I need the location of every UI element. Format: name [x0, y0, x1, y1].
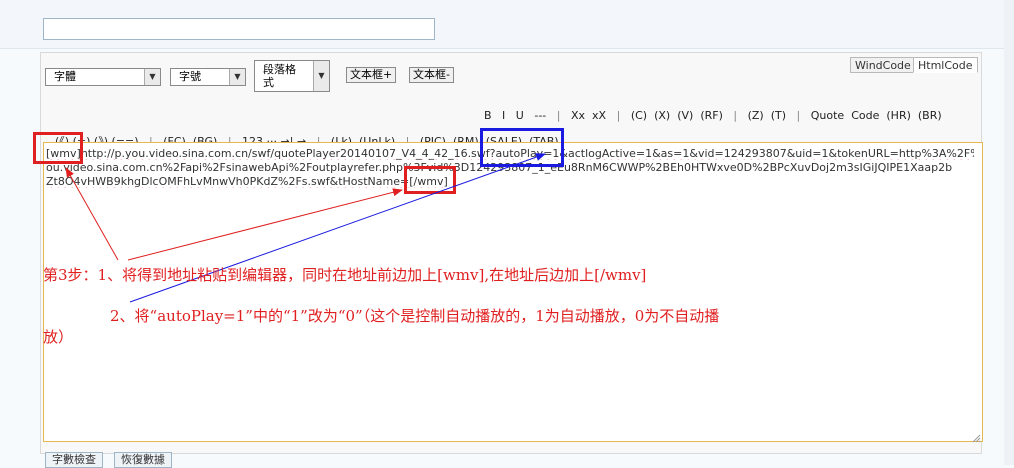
- annotation-step3-line1: 第3步：1、将得到地址粘贴到编辑器，同时在地址前边加上[wmv],在地址后边加上…: [43, 266, 647, 284]
- restore-data-button[interactable]: 恢復數據: [114, 452, 172, 468]
- arrow-to-open-tag: [65, 167, 119, 261]
- word-count-button[interactable]: 字數檢查: [45, 452, 103, 468]
- resize-handle-icon[interactable]: [972, 432, 981, 443]
- annotation-step3-line3: 放）: [43, 328, 74, 346]
- arrow-to-close-tag: [127, 188, 403, 261]
- annotation-arrows: [65, 153, 546, 303]
- page-scrollbar[interactable]: [1004, 0, 1014, 465]
- annotation-step3-line2: 2、将“autoPlay=1”中的“1”改为“0”（这个是控制自动播放的，1为自…: [110, 307, 720, 325]
